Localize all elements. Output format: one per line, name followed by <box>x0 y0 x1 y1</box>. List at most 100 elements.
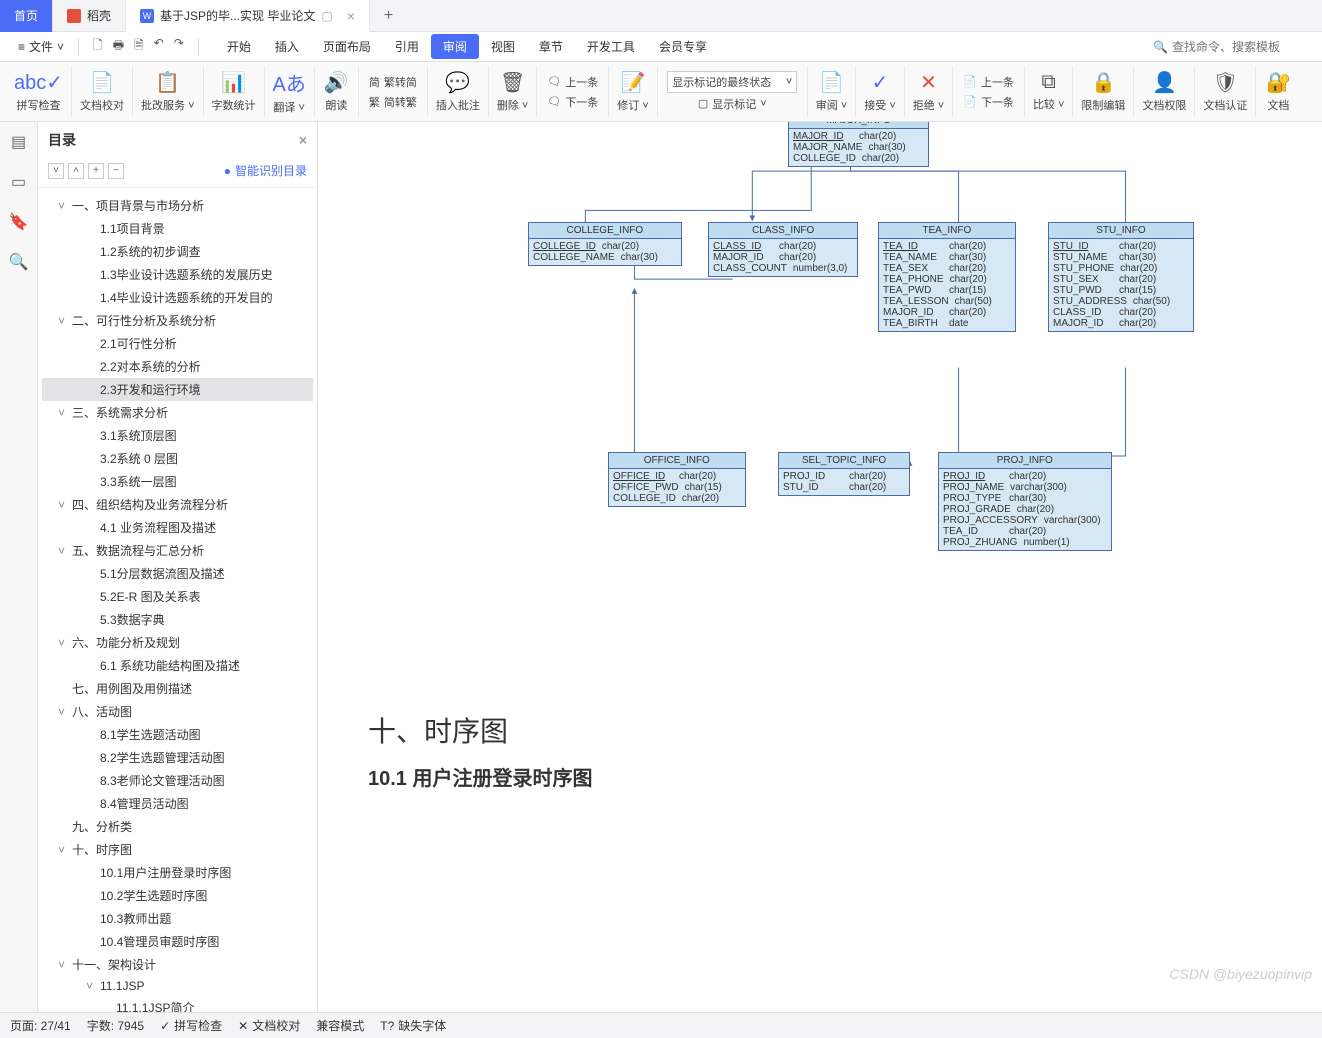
outline-item[interactable]: 10.4管理员审题时序图 <box>42 930 313 953</box>
outline-item[interactable]: ˅六、功能分析及规划 <box>42 631 313 654</box>
save-icon[interactable]: 🗋 <box>93 36 103 57</box>
tab-chapter[interactable]: 章节 <box>527 34 575 59</box>
word-count-button[interactable]: 📊字数统计 <box>204 66 265 117</box>
simplified-to-traditional[interactable]: 繁 简转繁 <box>367 93 419 111</box>
tab-daoke[interactable]: 稻壳 <box>53 0 126 32</box>
outline-item[interactable]: 5.3数据字典 <box>42 608 313 631</box>
track-changes-button[interactable]: 📝修订 ˅ <box>609 66 657 117</box>
outline-item[interactable]: ˅三、系统需求分析 <box>42 401 313 424</box>
outline-item[interactable]: 2.1可行性分析 <box>42 332 313 355</box>
undo-icon[interactable]: ↶ <box>154 36 164 57</box>
document-proof-button[interactable]: 📄文档校对 <box>72 66 133 117</box>
outline-item[interactable]: 九、分析类 <box>42 815 313 838</box>
tab-member[interactable]: 会员专享 <box>647 34 719 59</box>
redo-icon[interactable]: ↷ <box>174 36 184 57</box>
print-preview-icon[interactable]: 🗎 <box>134 36 144 57</box>
outline-item[interactable]: 8.2学生选题管理活动图 <box>42 746 313 769</box>
outline-item[interactable]: 8.3老师论文管理活动图 <box>42 769 313 792</box>
slide-icon[interactable]: ▭ <box>11 172 26 192</box>
close-icon[interactable]: × <box>347 8 355 24</box>
review-pane-button[interactable]: 📄审阅 ˅ <box>808 66 856 117</box>
command-search[interactable]: 🔍 <box>1153 40 1312 54</box>
search-input[interactable] <box>1172 40 1312 54</box>
outline-item[interactable]: 8.4管理员活动图 <box>42 792 313 815</box>
approve-service-button[interactable]: 📋批改服务 ˅ <box>133 66 203 117</box>
translate-button[interactable]: Aあ翻译 ˅ <box>265 66 315 117</box>
spell-status[interactable]: ✓ 拼写检查 <box>160 1017 222 1034</box>
file-menu[interactable]: ≡ 文件 ˅ <box>10 38 72 55</box>
tab-page-layout[interactable]: 页面布局 <box>311 34 383 59</box>
tab-references[interactable]: 引用 <box>383 34 431 59</box>
outline-item[interactable]: ˅一、项目背景与市场分析 <box>42 194 313 217</box>
bookmark-icon[interactable]: 🔖 <box>9 212 29 232</box>
outline-item[interactable]: ˅十、时序图 <box>42 838 313 861</box>
outline-item[interactable]: ˅11.1JSP <box>42 976 313 996</box>
outline-icon[interactable]: ▤ <box>11 132 26 152</box>
reject-button[interactable]: ✕拒绝 ˅ <box>905 66 953 117</box>
expand-all-icon[interactable]: ˄ <box>68 163 84 179</box>
outline-item[interactable]: 1.3毕业设计选题系统的发展历史 <box>42 263 313 286</box>
print-icon[interactable]: 🖶 <box>113 36 124 57</box>
outline-item[interactable]: 2.2对本系统的分析 <box>42 355 313 378</box>
outline-item[interactable]: 1.2系统的初步调查 <box>42 240 313 263</box>
increase-level-icon[interactable]: + <box>88 163 104 179</box>
accept-button[interactable]: ✓接受 ˅ <box>856 66 904 117</box>
proof-status[interactable]: ✕ 文档校对 <box>238 1017 300 1034</box>
doc-auth-button[interactable]: 🛡文档认证 <box>1195 66 1256 117</box>
outline-item[interactable]: 11.1.1JSP简介 <box>42 996 313 1012</box>
next-comment[interactable]: 🗨 下一条 <box>545 93 600 111</box>
prev-revision[interactable]: 📄 上一条 <box>961 73 1016 91</box>
tab-start[interactable]: 开始 <box>215 34 263 59</box>
decrease-level-icon[interactable]: − <box>108 163 124 179</box>
outline-item[interactable]: 10.2学生选题时序图 <box>42 884 313 907</box>
spell-check-button[interactable]: abc✓拼写检查 <box>6 66 72 117</box>
prev-comment[interactable]: 🗨 上一条 <box>545 73 600 91</box>
collapse-all-icon[interactable]: ˅ <box>48 163 64 179</box>
outline-item[interactable]: ˅五、数据流程与汇总分析 <box>42 539 313 562</box>
tab-insert[interactable]: 插入 <box>263 34 311 59</box>
tab-devtools[interactable]: 开发工具 <box>575 34 647 59</box>
outline-item[interactable]: 5.2E-R 图及关系表 <box>42 585 313 608</box>
show-markup-dropdown[interactable]: ▢ 显示标记 ˅ <box>696 95 769 113</box>
outline-item[interactable]: ˅二、可行性分析及系统分析 <box>42 309 313 332</box>
outline-item[interactable]: 5.1分层数据流图及描述 <box>42 562 313 585</box>
outline-item[interactable]: 10.3教师出题 <box>42 907 313 930</box>
search-icon[interactable]: 🔍 <box>9 252 29 272</box>
next-revision[interactable]: 📄 下一条 <box>961 93 1016 111</box>
outline-item[interactable]: 10.1用户注册登录时序图 <box>42 861 313 884</box>
outline-item[interactable]: 1.1项目背景 <box>42 217 313 240</box>
traditional-to-simplified[interactable]: 简 繁转简 <box>367 73 419 91</box>
word-count[interactable]: 字数: 7945 <box>87 1017 144 1034</box>
markup-state-dropdown[interactable]: 显示标记的最终状态˅ <box>667 71 797 93</box>
missing-font[interactable]: T? 缺失字体 <box>380 1017 446 1034</box>
tab-view[interactable]: 视图 <box>479 34 527 59</box>
tab-document[interactable]: W 基于JSP的毕...实现 毕业论文 ▢ × <box>126 0 370 32</box>
new-tab-button[interactable]: + <box>370 7 407 25</box>
tab-home[interactable]: 首页 <box>0 0 53 32</box>
tab-pin-icon[interactable]: ▢ <box>321 9 332 23</box>
outline-item[interactable]: 6.1 系统功能结构图及描述 <box>42 654 313 677</box>
close-panel-icon[interactable]: × <box>299 132 307 148</box>
outline-item[interactable]: 2.3开发和运行环境 <box>42 378 313 401</box>
outline-item[interactable]: ˅四、组织结构及业务流程分析 <box>42 493 313 516</box>
page-indicator[interactable]: 页面: 27/41 <box>10 1017 71 1034</box>
entity-proj-info: PROJ_INFOPROJ_IDchar(20)PROJ_NAMEvarchar… <box>938 452 1112 551</box>
outline-item[interactable]: 1.4毕业设计选题系统的开发目的 <box>42 286 313 309</box>
outline-item[interactable]: 3.3系统一层图 <box>42 470 313 493</box>
outline-item[interactable]: ˅十一、架构设计 <box>42 953 313 976</box>
outline-item[interactable]: 3.2系统 0 层图 <box>42 447 313 470</box>
doc-security-button[interactable]: 🔐文档 <box>1256 66 1300 117</box>
insert-comment-button[interactable]: 💬插入批注 <box>428 66 489 117</box>
outline-item[interactable]: 3.1系统顶层图 <box>42 424 313 447</box>
outline-item[interactable]: 七、用例图及用例描述 <box>42 677 313 700</box>
tab-review[interactable]: 审阅 <box>431 34 479 59</box>
outline-item[interactable]: 8.1学生选题活动图 <box>42 723 313 746</box>
outline-item[interactable]: 4.1 业务流程图及描述 <box>42 516 313 539</box>
outline-item[interactable]: ˅八、活动图 <box>42 700 313 723</box>
restrict-edit-button[interactable]: 🔒限制编辑 <box>1073 66 1134 117</box>
doc-permission-button[interactable]: 👤文档权限 <box>1134 66 1195 117</box>
auto-toc-button[interactable]: ● 智能识别目录 <box>224 162 307 179</box>
read-aloud-button[interactable]: 🔊朗读 <box>315 66 359 117</box>
delete-comment-button[interactable]: 🗑删除 ˅ <box>489 66 537 117</box>
compare-button[interactable]: ⧉比较 ˅ <box>1025 66 1073 117</box>
